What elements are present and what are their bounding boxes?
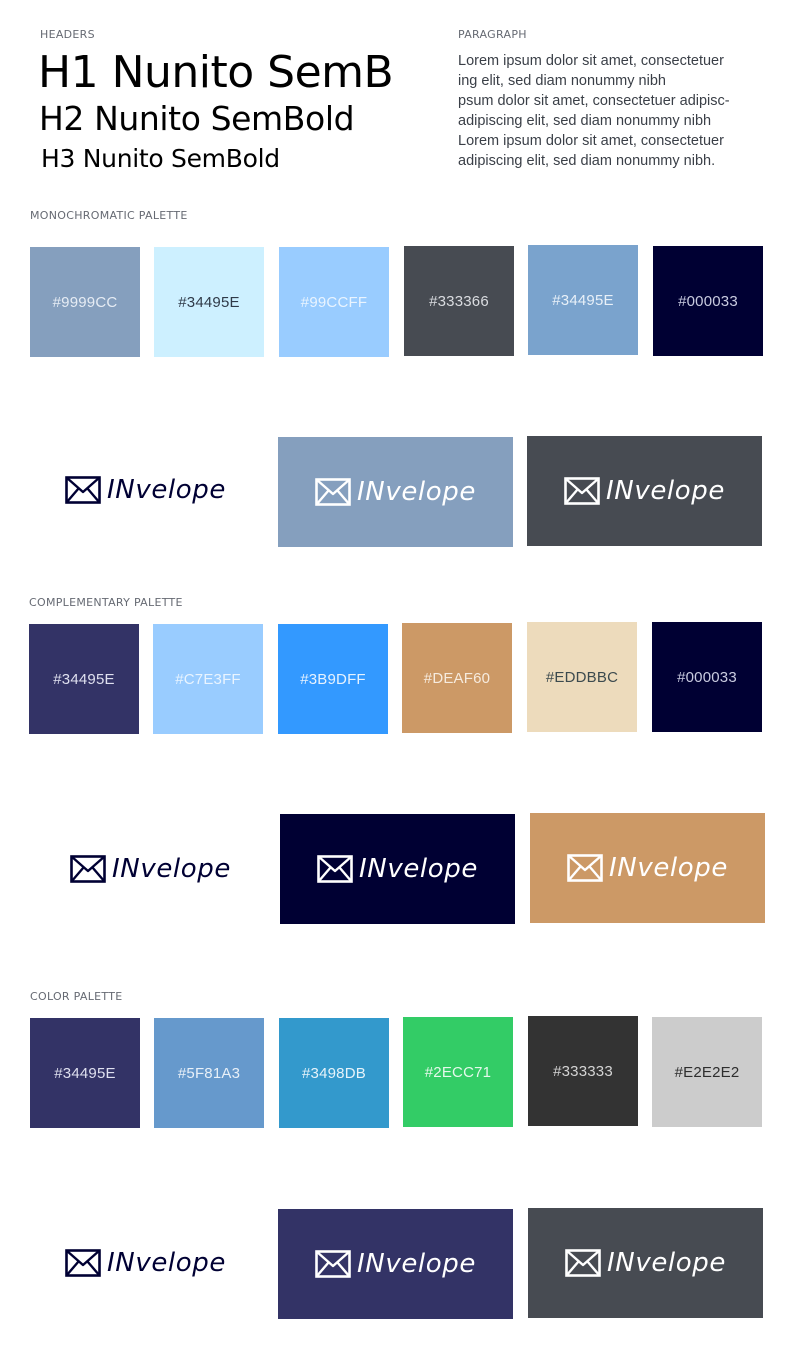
swatch-label: #5F81A3 bbox=[177, 1064, 241, 1082]
paragraph-line: Lorem ipsum dolor sit amet, consectetuer bbox=[458, 133, 724, 149]
paragraph-sample: Lorem ipsum dolor sit amet, consectetuer… bbox=[458, 51, 730, 171]
paragraph-line: Lorem ipsum dolor sit amet, consectetuer bbox=[458, 53, 724, 69]
color-swatch: #EDDBBC bbox=[527, 622, 637, 732]
brand-wordmark: INvelope bbox=[606, 476, 725, 506]
color-swatch: #333333 bbox=[528, 1016, 638, 1126]
swatch-label: #C7E3FF bbox=[175, 670, 241, 688]
invelope-logo: INvelope bbox=[564, 476, 725, 506]
color-swatch: #9999CC bbox=[30, 247, 140, 357]
swatch-label: #DEAF60 bbox=[423, 669, 491, 687]
brand-wordmark: INvelope bbox=[357, 1249, 476, 1279]
brand-wordmark: INvelope bbox=[107, 475, 226, 505]
invelope-logo: INvelope bbox=[65, 475, 226, 505]
swatch-label: #E2E2E2 bbox=[674, 1063, 740, 1081]
invelope-logo: INvelope bbox=[65, 1248, 226, 1278]
paragraph-line: psum dolor sit amet, consectetuer adipis… bbox=[458, 93, 730, 109]
color-swatch: #34495E bbox=[30, 1018, 140, 1128]
color-swatch: #99CCFF bbox=[279, 247, 389, 357]
color-swatch: #5F81A3 bbox=[154, 1018, 264, 1128]
envelope-icon bbox=[65, 476, 101, 504]
brand-wordmark: INvelope bbox=[107, 1248, 226, 1278]
color-swatch: #000033 bbox=[652, 622, 762, 732]
color-swatch: #34495E bbox=[528, 245, 638, 355]
swatch-label: #EDDBBC bbox=[545, 668, 619, 686]
headers-caption: HEADERS bbox=[40, 28, 95, 41]
color-palette-caption: COLOR PALETTE bbox=[30, 990, 123, 1003]
monochromatic-palette-caption: MONOCHROMATIC PALETTE bbox=[30, 209, 188, 222]
swatch-label: #3498DB bbox=[302, 1064, 366, 1082]
swatch-label: #34495E bbox=[552, 291, 614, 309]
paragraph-caption: PARAGRAPH bbox=[458, 28, 527, 41]
paragraph-line: adipiscing elit, sed diam nonummy nibh bbox=[458, 113, 712, 129]
envelope-icon bbox=[315, 1250, 351, 1278]
invelope-logo: INvelope bbox=[315, 477, 476, 507]
swatch-label: #34495E bbox=[178, 293, 240, 311]
color-swatch: #3498DB bbox=[279, 1018, 389, 1128]
swatch-label: #2ECC71 bbox=[424, 1063, 492, 1081]
swatch-label: #000033 bbox=[678, 292, 738, 310]
brand-wordmark: INvelope bbox=[112, 854, 231, 884]
color-swatch: #34495E bbox=[29, 624, 139, 734]
color-swatch: #2ECC71 bbox=[403, 1017, 513, 1127]
logo-tile: INvelope bbox=[28, 1208, 263, 1318]
swatch-label: #3B9DFF bbox=[300, 670, 366, 688]
envelope-icon bbox=[70, 855, 106, 883]
envelope-icon bbox=[564, 477, 600, 505]
color-swatch: #E2E2E2 bbox=[652, 1017, 762, 1127]
logo-tile: INvelope bbox=[280, 814, 515, 924]
logo-tile: INvelope bbox=[278, 437, 513, 547]
color-swatch: #000033 bbox=[653, 246, 763, 356]
h2-sample: H2 Nunito SemBold bbox=[39, 99, 355, 138]
brand-wordmark: INvelope bbox=[359, 854, 478, 884]
brand-wordmark: INvelope bbox=[609, 853, 728, 883]
logo-tile: INvelope bbox=[530, 813, 765, 923]
swatch-label: #9999CC bbox=[52, 293, 118, 311]
brand-wordmark: INvelope bbox=[357, 477, 476, 507]
invelope-logo: INvelope bbox=[315, 1249, 476, 1279]
logo-tile: INvelope bbox=[33, 814, 268, 924]
complementary-palette-caption: COMPLEMENTARY PALETTE bbox=[29, 596, 183, 609]
swatch-label: #99CCFF bbox=[300, 293, 368, 311]
color-swatch: #34495E bbox=[154, 247, 264, 357]
paragraph-line: adipiscing elit, sed diam nonummy nibh. bbox=[458, 153, 716, 169]
swatch-label: #333366 bbox=[429, 292, 489, 310]
envelope-icon bbox=[315, 478, 351, 506]
color-swatch: #3B9DFF bbox=[278, 624, 388, 734]
logo-tile: INvelope bbox=[278, 1209, 513, 1319]
h3-sample: H3 Nunito SemBold bbox=[41, 144, 280, 173]
invelope-logo: INvelope bbox=[317, 854, 478, 884]
swatch-label: #34495E bbox=[54, 1064, 116, 1082]
color-swatch: #C7E3FF bbox=[153, 624, 263, 734]
envelope-icon bbox=[565, 1249, 601, 1277]
invelope-logo: INvelope bbox=[565, 1248, 726, 1278]
logo-tile: INvelope bbox=[28, 435, 263, 545]
invelope-logo: INvelope bbox=[70, 854, 231, 884]
color-swatch: #333366 bbox=[404, 246, 514, 356]
swatch-label: #000033 bbox=[677, 668, 737, 686]
logo-tile: INvelope bbox=[528, 1208, 763, 1318]
envelope-icon bbox=[567, 854, 603, 882]
envelope-icon bbox=[65, 1249, 101, 1277]
logo-tile: INvelope bbox=[527, 436, 762, 546]
h1-sample: H1 Nunito SemB bbox=[38, 47, 394, 98]
envelope-icon bbox=[317, 855, 353, 883]
invelope-logo: INvelope bbox=[567, 853, 728, 883]
paragraph-line: ing elit, sed diam nonummy nibh bbox=[458, 73, 666, 89]
swatch-label: #333333 bbox=[553, 1062, 613, 1080]
color-swatch: #DEAF60 bbox=[402, 623, 512, 733]
brand-wordmark: INvelope bbox=[607, 1248, 726, 1278]
swatch-label: #34495E bbox=[53, 670, 115, 688]
